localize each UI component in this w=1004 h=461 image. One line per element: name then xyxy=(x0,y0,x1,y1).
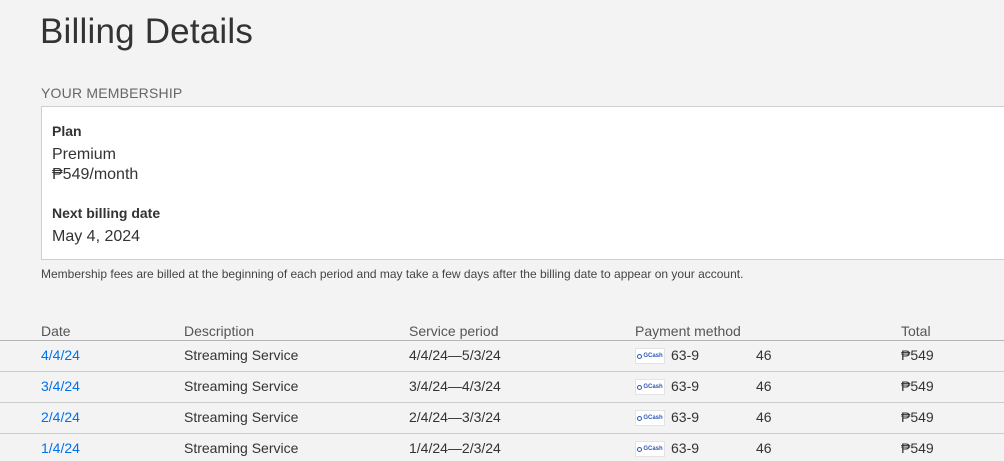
payment-number-suffix: 46 xyxy=(756,378,772,394)
row-date-link[interactable]: 3/4/24 xyxy=(41,378,80,394)
row-date-link[interactable]: 4/4/24 xyxy=(41,347,80,363)
billing-history-table: Date Description Service period Payment … xyxy=(0,322,1004,461)
header-payment-method: Payment method xyxy=(635,323,741,339)
table-header: Date Description Service period Payment … xyxy=(0,322,1004,341)
header-description: Description xyxy=(184,323,255,339)
header-service-period: Service period xyxy=(409,323,499,339)
row-total: ₱549 xyxy=(901,347,934,363)
row-total: ₱549 xyxy=(901,409,934,425)
redaction-block xyxy=(706,406,756,430)
billing-footnote: Membership fees are billed at the beginn… xyxy=(41,267,744,281)
payment-number-prefix: 63-9 xyxy=(671,347,700,363)
row-total: ₱549 xyxy=(901,440,934,456)
plan-name: Premium xyxy=(52,146,117,163)
row-date-link[interactable]: 2/4/24 xyxy=(41,409,80,425)
table-row: 3/4/24 Streaming Service 3/4/24—4/3/24 G… xyxy=(0,372,1004,403)
gcash-logo-icon: GCash xyxy=(635,379,665,395)
payment-number-suffix: 46 xyxy=(756,409,772,425)
row-description: Streaming Service xyxy=(184,440,299,456)
row-description: Streaming Service xyxy=(184,378,299,394)
row-description: Streaming Service xyxy=(184,409,299,425)
redaction-block xyxy=(706,375,756,399)
next-billing-label: Next billing date xyxy=(52,205,161,221)
row-service-period: 2/4/24—3/3/24 xyxy=(409,409,501,425)
payment-number-prefix: 63-9 xyxy=(671,378,700,394)
table-row: 4/4/24 Streaming Service 4/4/24—5/3/24 G… xyxy=(0,341,1004,372)
row-service-period: 3/4/24—4/3/24 xyxy=(409,378,501,394)
row-service-period: 4/4/24—5/3/24 xyxy=(409,347,501,363)
plan-label: Plan xyxy=(52,123,82,139)
payment-number-suffix: 46 xyxy=(756,440,772,456)
redaction-block xyxy=(706,344,756,368)
row-date-link[interactable]: 1/4/24 xyxy=(41,440,80,456)
payment-number-prefix: 63-9 xyxy=(671,440,700,456)
row-total: ₱549 xyxy=(901,378,934,394)
payment-number-prefix: 63-9 xyxy=(671,409,700,425)
header-date: Date xyxy=(41,323,71,339)
redaction-block xyxy=(706,437,756,461)
table-row: 2/4/24 Streaming Service 2/4/24—3/3/24 G… xyxy=(0,403,1004,434)
gcash-logo-icon: GCash xyxy=(635,348,665,364)
row-description: Streaming Service xyxy=(184,347,299,363)
billing-details-page: Billing Details YOUR MEMBERSHIP Plan Pre… xyxy=(0,0,1004,461)
page-title: Billing Details xyxy=(40,12,254,51)
membership-card: Plan Premium ₱549/month Next billing dat… xyxy=(41,106,1004,260)
plan-price: ₱549/month xyxy=(52,166,139,183)
membership-section-label: YOUR MEMBERSHIP xyxy=(41,85,183,101)
next-billing-date: May 4, 2024 xyxy=(52,228,141,245)
gcash-logo-icon: GCash xyxy=(635,410,665,426)
payment-number-suffix: 46 xyxy=(756,347,772,363)
gcash-logo-icon: GCash xyxy=(635,441,665,457)
table-row: 1/4/24 Streaming Service 1/4/24—2/3/24 G… xyxy=(0,434,1004,461)
header-total: Total xyxy=(901,323,931,339)
row-service-period: 1/4/24—2/3/24 xyxy=(409,440,501,456)
